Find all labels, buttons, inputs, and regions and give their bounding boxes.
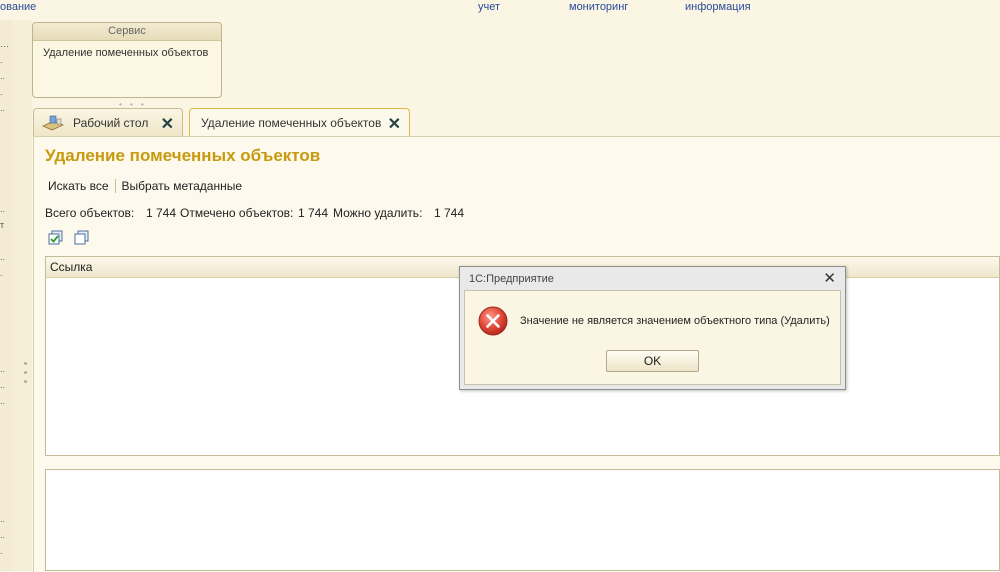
tab-delete-marked-label: Удаление помеченных объектов (201, 116, 382, 130)
service-panel: Сервис Удаление помеченных объектов (32, 22, 222, 98)
error-dialog: 1С:Предприятие ✕ Значение не является зн… (459, 266, 846, 390)
splitter-grip (24, 371, 27, 374)
close-icon[interactable]: ✕ (161, 114, 174, 134)
menu-item-information[interactable]: информация (685, 1, 751, 13)
menu-item-monitoring[interactable]: мониторинг (569, 1, 628, 13)
check-all-icon[interactable] (47, 229, 64, 246)
left-nav-truncated-items: …...... (0, 39, 9, 113)
dialog-body: Значение не является значением объектног… (464, 290, 841, 385)
close-icon[interactable]: ✕ (388, 114, 401, 134)
service-panel-title: Сервис (33, 23, 221, 41)
references-table[interactable] (45, 469, 1000, 571)
ok-button[interactable]: OK (606, 350, 699, 372)
select-metadata-button[interactable]: Выбрать метаданные (118, 179, 246, 193)
stats-deletable-label: Можно удалить: (333, 206, 423, 220)
uncheck-all-icon[interactable] (73, 229, 90, 246)
stats-total-label: Всего объектов: (45, 206, 135, 220)
dialog-message: Значение не является значением объектног… (520, 315, 830, 327)
left-splitter[interactable] (12, 20, 32, 571)
left-nav-truncated-items-4: ..... (0, 514, 6, 556)
stats-deletable-value: 1 744 (434, 206, 465, 220)
tab-delete-marked[interactable]: Удаление помеченных объектов ✕ (189, 108, 410, 137)
menu-item-administration[interactable]: ование (0, 1, 36, 13)
desktop-icon (42, 114, 64, 132)
splitter-grip (24, 380, 27, 383)
stats-marked-label: Отмечено объектов: (180, 206, 294, 220)
service-link-delete-marked[interactable]: Удаление помеченных объектов (33, 41, 221, 65)
stats-total-value: 1 744 (146, 206, 177, 220)
find-all-button[interactable]: Искать все (44, 179, 113, 193)
close-icon[interactable]: ✕ (823, 269, 836, 287)
left-nav-truncated-items-2: .. т... (0, 204, 6, 278)
command-separator (114, 179, 116, 193)
command-bar: Искать все Выбрать метаданные (44, 179, 246, 193)
dialog-title: 1С:Предприятие (469, 273, 554, 285)
page-title: Удаление помеченных объектов (45, 146, 321, 165)
menu-item-accounting[interactable]: учет (478, 1, 500, 13)
splitter-grip (24, 362, 27, 365)
tab-desktop-label: Рабочий стол (73, 115, 149, 130)
left-nav-truncated-items-3: ...... (0, 364, 6, 406)
tab-desktop[interactable]: Рабочий стол ✕ (33, 108, 183, 136)
stats-marked-value: 1 744 (298, 206, 329, 220)
error-icon (477, 305, 509, 337)
